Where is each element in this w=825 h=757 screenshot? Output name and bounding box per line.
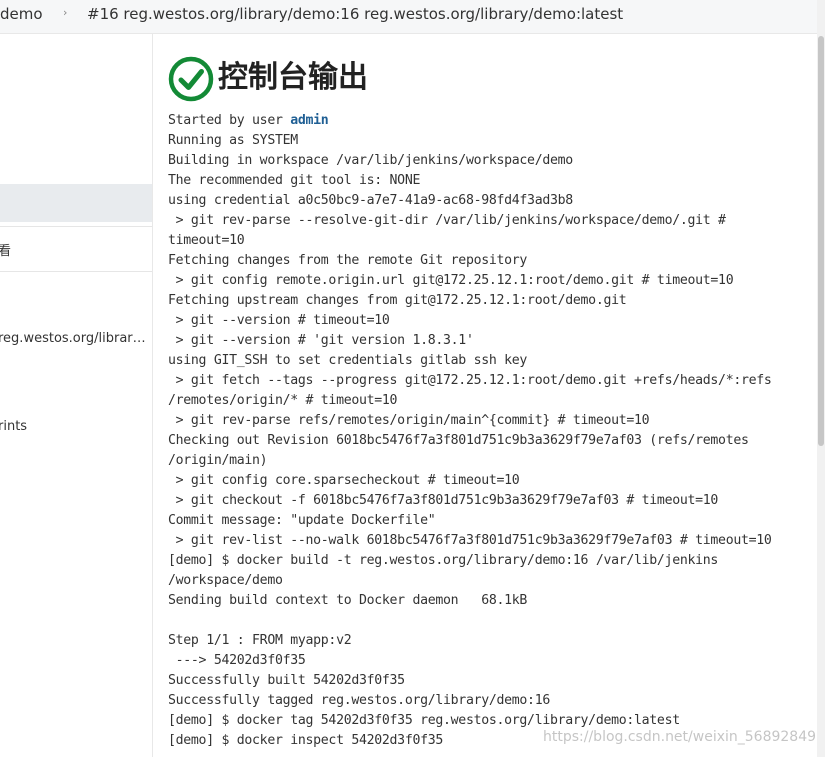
sidebar-item-image[interactable]: reg.westos.org/librar…	[0, 331, 146, 346]
console-line: /remotes/origin/* # timeout=10	[168, 393, 398, 408]
console-line: > git rev-parse --resolve-git-dir /var/l…	[168, 213, 726, 228]
console-line: /origin/main)	[168, 453, 268, 468]
console-line: [demo] $ docker inspect 54202d3f0f35	[168, 733, 444, 748]
console-log: Started by user admin Running as SYSTEM …	[168, 111, 808, 751]
console-line: using GIT_SSH to set credentials gitlab …	[168, 353, 528, 368]
watermark: https://blog.csdn.net/weixin_56892849	[543, 729, 817, 745]
console-line: > git rev-list --no-walk 6018bc5476f7a3f…	[168, 533, 772, 548]
console-line: [demo] $ docker tag 54202d3f0f35 reg.wes…	[168, 713, 680, 728]
check-circle-icon	[168, 56, 214, 102]
console-line: > git fetch --tags --progress git@172.25…	[168, 373, 772, 388]
console-line: /workspace/demo	[168, 573, 283, 588]
console-line: The recommended git tool is: NONE	[168, 173, 421, 188]
console-line: Successfully tagged reg.westos.org/libra…	[168, 693, 550, 708]
page-title: 控制台输出	[218, 60, 368, 95]
breadcrumb-job-link[interactable]: demo	[0, 5, 43, 23]
sidebar-item-active[interactable]	[0, 184, 152, 222]
sidebar: 看 reg.westos.org/librar… rints	[0, 34, 153, 757]
sidebar-divider	[0, 226, 152, 227]
chevron-right-icon[interactable]: ›	[63, 6, 67, 19]
console-line: Commit message: "update Dockerfile"	[168, 513, 436, 528]
console-line: Sending build context to Docker daemon 6…	[168, 593, 528, 608]
console-line: [demo] $ docker build -t reg.westos.org/…	[168, 553, 719, 568]
console-line: Running as SYSTEM	[168, 133, 298, 148]
sidebar-item-fingerprints[interactable]: rints	[0, 419, 27, 434]
console-line: > git config core.sparsecheckout # timeo…	[168, 473, 520, 488]
console-line: ---> 54202d3f0f35	[168, 653, 306, 668]
console-line: > git --version # 'git version 1.8.3.1'	[168, 333, 474, 348]
console-line: > git config remote.origin.url git@172.2…	[168, 273, 734, 288]
console-line: timeout=10	[168, 233, 245, 248]
console-line: Building in workspace /var/lib/jenkins/w…	[168, 153, 573, 168]
sidebar-item-view[interactable]: 看	[0, 240, 11, 259]
console-line: Fetching changes from the remote Git rep…	[168, 253, 528, 268]
scrollbar-thumb[interactable]	[818, 36, 824, 446]
console-line: Successfully built 54202d3f0f35	[168, 673, 405, 688]
breadcrumb-build-link[interactable]: #16 reg.westos.org/library/demo:16 reg.w…	[87, 5, 623, 23]
sidebar-divider	[0, 271, 152, 272]
console-line: > git rev-parse refs/remotes/origin/main…	[168, 413, 650, 428]
console-line: > git --version # timeout=10	[168, 313, 390, 328]
console-line: using credential a0c50bc9-a7e7-41a9-ac68…	[168, 193, 573, 208]
console-line: Checking out Revision 6018bc5476f7a3f801…	[168, 433, 749, 448]
breadcrumb: demo › #16 reg.westos.org/library/demo:1…	[0, 0, 817, 34]
user-link[interactable]: admin	[290, 113, 329, 128]
vertical-scrollbar[interactable]	[817, 0, 825, 757]
started-by-text: Started by user	[168, 113, 291, 128]
console-line: > git checkout -f 6018bc5476f7a3f801d751…	[168, 493, 719, 508]
console-line: Step 1/1 : FROM myapp:v2	[168, 633, 352, 648]
console-line: Fetching upstream changes from git@172.2…	[168, 293, 627, 308]
